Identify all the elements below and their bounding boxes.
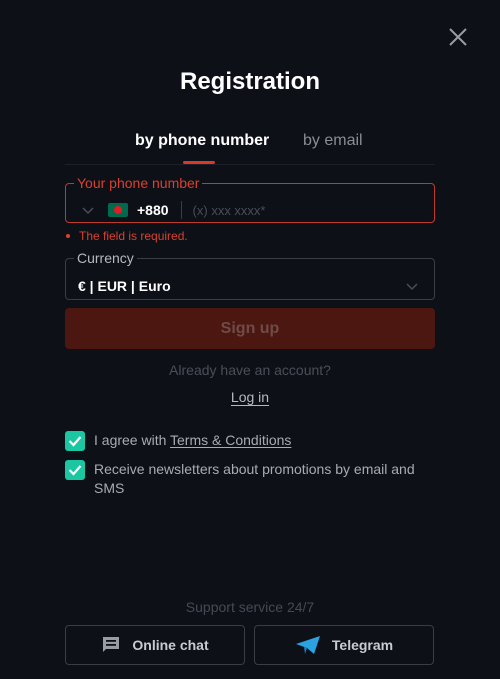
newsletter-label: Receive newsletters about promotions by … xyxy=(94,461,415,496)
divider xyxy=(180,201,182,219)
terms-checkbox[interactable] xyxy=(65,431,85,451)
already-have-account-text: Already have an account? xyxy=(169,362,331,378)
currency-select[interactable]: Currency € | EUR | Euro xyxy=(65,250,435,300)
currency-label: Currency xyxy=(77,250,134,266)
close-button[interactable] xyxy=(446,25,470,49)
close-icon xyxy=(449,28,467,46)
active-tab-indicator xyxy=(183,161,215,164)
online-chat-button[interactable]: Online chat xyxy=(65,625,245,665)
chevron-down-icon[interactable] xyxy=(406,280,418,292)
page-title: Registration xyxy=(179,68,320,95)
log-in-link[interactable]: Log in xyxy=(231,389,269,405)
online-chat-label: Online chat xyxy=(132,637,209,653)
terms-checkbox-row: I agree with Terms & Conditions xyxy=(65,431,291,451)
phone-number-label: Your phone number xyxy=(77,175,200,191)
telegram-icon xyxy=(295,636,320,654)
error-bullet-icon xyxy=(66,234,70,238)
phone-number-field: Your phone number +880 xyxy=(65,175,435,223)
registration-tabs: by phone number by email xyxy=(65,130,435,165)
terms-prefix: I agree with xyxy=(94,432,171,448)
country-code: +880 xyxy=(137,202,169,218)
phone-number-input[interactable] xyxy=(190,201,415,219)
newsletter-checkbox-row: Receive newsletters about promotions by … xyxy=(65,460,435,498)
chat-icon xyxy=(103,637,120,652)
telegram-button[interactable]: Telegram xyxy=(254,625,434,665)
checkmark-icon xyxy=(68,436,82,447)
bangladesh-flag-icon[interactable] xyxy=(108,203,128,217)
support-title: Support service 24/7 xyxy=(185,599,315,615)
tab-email[interactable]: by email xyxy=(303,132,363,150)
tab-phone-number[interactable]: by phone number xyxy=(135,132,269,150)
terms-conditions-link[interactable]: Terms & Conditions xyxy=(170,432,291,448)
newsletter-checkbox[interactable] xyxy=(65,460,85,480)
sign-up-button[interactable]: Sign up xyxy=(65,308,435,349)
telegram-label: Telegram xyxy=(331,637,394,653)
chevron-down-icon[interactable] xyxy=(82,204,94,216)
error-text: The field is required. xyxy=(79,229,188,243)
phone-error-message: The field is required. xyxy=(66,229,188,243)
checkmark-icon xyxy=(68,465,82,476)
currency-value: € | EUR | Euro xyxy=(78,278,171,294)
